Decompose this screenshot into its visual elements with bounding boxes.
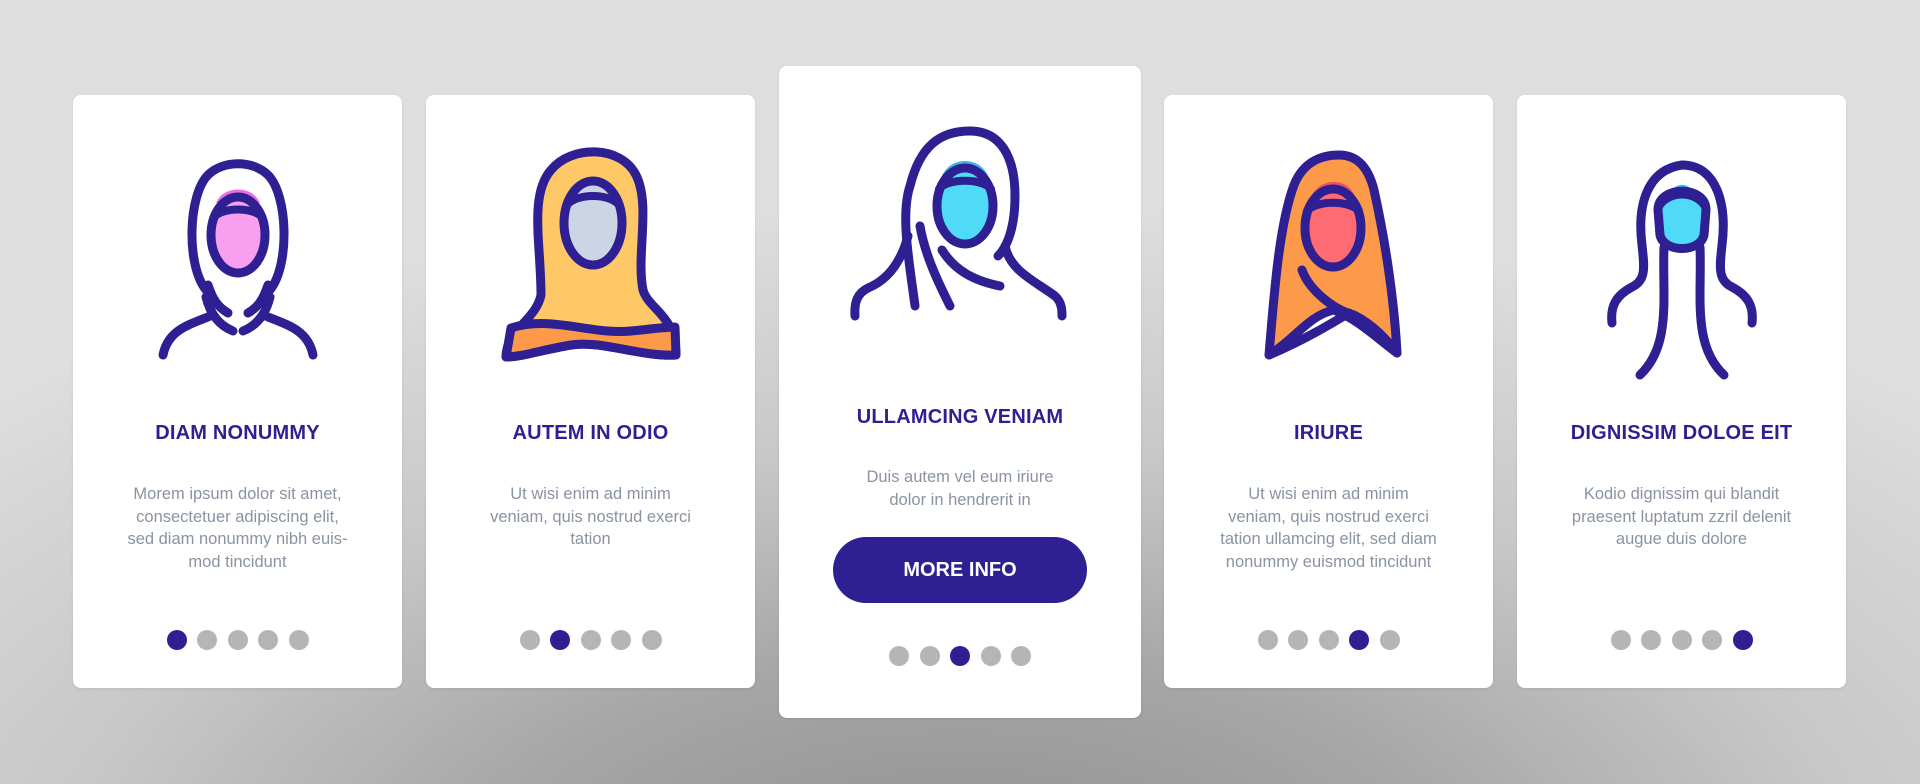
card-description: Morem ipsum dolor sit amet, consectetuer… xyxy=(103,483,372,573)
pagination-dots xyxy=(426,630,755,650)
onboarding-card-1: DIAM NONUMMY Morem ipsum dolor sit amet,… xyxy=(73,95,402,688)
page-dot-3[interactable] xyxy=(1318,630,1339,650)
description-line: Ut wisi enim ad minim xyxy=(1248,485,1409,503)
page-dot-2[interactable] xyxy=(1288,630,1308,650)
pagination-dots xyxy=(1164,630,1493,650)
description-line: tation ullamcing elit, sed diam xyxy=(1220,530,1437,548)
card-title: AUTEM IN ODIO xyxy=(512,422,669,444)
description-line: mod tincidunt xyxy=(188,552,287,571)
onboarding-card-4: IRIURE Ut wisi enim ad minim veniam, qui… xyxy=(1164,95,1493,688)
pagination-dots xyxy=(73,630,402,650)
page-dot-2[interactable] xyxy=(197,630,217,650)
page-dot-3[interactable] xyxy=(227,630,248,650)
description-line: Morem ipsum dolor sit amet, xyxy=(133,485,342,503)
onboarding-card-3: ULLAMCING VENIAM Duis autem vel eum iriu… xyxy=(779,66,1141,718)
description-line: Duis autem vel eum iriure xyxy=(866,468,1054,486)
description-line: Kodio dignissim qui blandit xyxy=(1583,485,1780,503)
card-title: ULLAMCING VENIAM xyxy=(856,406,1064,428)
scarf-band xyxy=(501,319,680,362)
page-dot-4[interactable] xyxy=(1702,630,1722,650)
pagination-dots xyxy=(779,646,1141,666)
card-description: Ut wisi enim ad minim veniam, quis nostr… xyxy=(1194,483,1463,573)
page-dot-5[interactable] xyxy=(641,630,662,650)
page-dot-1[interactable] xyxy=(519,630,540,650)
card-title: IRIURE xyxy=(1294,422,1363,444)
page-dot-2[interactable] xyxy=(550,630,570,650)
page-dot-3[interactable] xyxy=(950,646,970,666)
page-dot-4[interactable] xyxy=(1349,630,1369,650)
page-dot-2[interactable] xyxy=(1641,630,1661,650)
page-dot-2[interactable] xyxy=(919,646,940,666)
hijab-draped-icon xyxy=(850,126,1067,321)
card-description: Ut wisi enim ad minim veniam, quis nostr… xyxy=(456,483,725,551)
more-info-button[interactable]: MORE INFO xyxy=(833,537,1087,603)
page-dot-1[interactable] xyxy=(889,646,909,666)
page-dot-4[interactable] xyxy=(611,630,631,650)
page-dot-5[interactable] xyxy=(1379,630,1400,650)
description-line: nonummy euismod tincidunt xyxy=(1225,552,1432,571)
page-dot-1[interactable] xyxy=(1257,630,1278,650)
description-line: veniam, quis nostrud exerci xyxy=(490,507,691,526)
page-dot-5[interactable] xyxy=(1732,630,1753,650)
page-dot-4[interactable] xyxy=(980,646,1001,666)
onboarding-card-5: DIGNISSIM DOLOE EIT Kodio dignissim qui … xyxy=(1517,95,1846,688)
description-line: Ut wisi enim ad minim xyxy=(510,485,671,503)
card-title: DIGNISSIM DOLOE EIT xyxy=(1570,422,1793,444)
description-line: sed diam nonummy nibh euis- xyxy=(127,530,348,548)
description-line: praesent luptatum zzril delenit xyxy=(1571,507,1792,526)
description-line: consectetuer adipiscing elit, xyxy=(136,507,339,526)
pagination-dots xyxy=(1517,630,1846,650)
onboarding-card-2: AUTEM IN ODIO Ut wisi enim ad minim veni… xyxy=(426,95,755,688)
description-line: tation xyxy=(570,530,611,548)
card-description: Kodio dignissim qui blandit praesent lup… xyxy=(1547,483,1816,551)
hijab-long-icon xyxy=(1606,160,1757,380)
card-description: Duis autem vel eum iriure dolor in hendr… xyxy=(819,466,1101,511)
page-dot-3[interactable] xyxy=(1671,630,1692,650)
card-title: DIAM NONUMMY xyxy=(155,422,320,444)
hijab-simple-icon xyxy=(158,159,317,360)
description-line: augue duis dolore xyxy=(1615,530,1748,548)
page-dot-5[interactable] xyxy=(288,630,309,650)
page-dot-1[interactable] xyxy=(1610,630,1631,650)
hijab-wrapped-icon xyxy=(501,147,680,362)
page-dot-3[interactable] xyxy=(580,630,601,650)
page-dot-1[interactable] xyxy=(166,630,187,650)
hijab-pointed-icon xyxy=(1264,150,1401,360)
page-dot-5[interactable] xyxy=(1011,646,1031,666)
description-line: veniam, quis nostrud exerci xyxy=(1228,507,1429,526)
description-line: dolor in hendrerit in xyxy=(889,490,1031,509)
page-dot-4[interactable] xyxy=(258,630,278,650)
